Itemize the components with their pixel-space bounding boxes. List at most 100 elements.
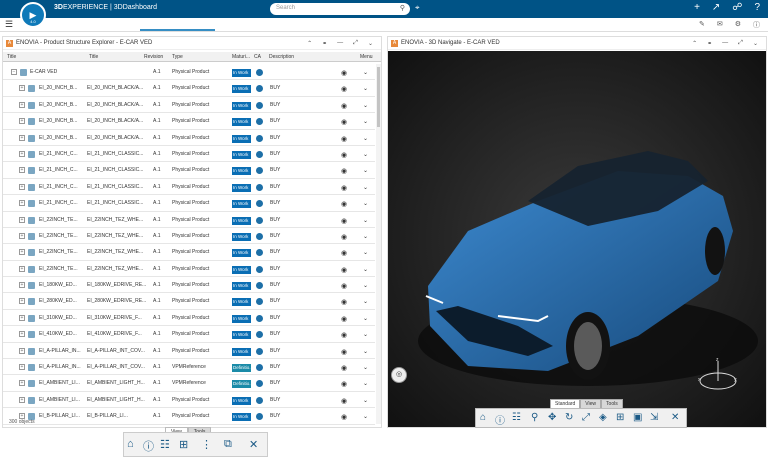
row-menu-icon[interactable]: ⌄ [363,85,368,92]
col-title[interactable]: Title [7,54,16,60]
col-menu[interactable]: Menu [360,54,373,60]
row-menu-icon[interactable]: ⌄ [363,118,368,125]
visibility-icon[interactable]: ◉ [341,331,347,339]
row-menu-icon[interactable]: ⌄ [363,249,368,256]
status-badge[interactable]: In Work [232,331,251,340]
expand-toggle[interactable]: + [19,150,25,157]
table-row-root[interactable]: − E-CAR VED A.1 Physical Product In Work… [3,64,375,81]
add-icon[interactable]: + [694,2,700,13]
table-row[interactable]: + EI_22INCH_TE... EI_22INCH_TEZ_WHE... A.1 P… [3,261,375,278]
visibility-icon[interactable]: ◉ [341,364,347,372]
table-row[interactable]: + EI_410KW_ED... EI_410KW_EDRIVE_F... A.1 Ph… [3,326,375,343]
info-icon[interactable]: ⓘ [495,412,505,427]
status-badge[interactable]: In Work [232,183,251,192]
table-row[interactable]: + EI_280KW_ED... EI_280KW_EDRIVE_RE... A.1 P… [3,293,375,310]
row-menu-icon[interactable]: ⌄ [363,282,368,289]
visibility-icon[interactable]: ◉ [341,413,347,421]
share-icon[interactable]: ↗ [712,2,720,13]
table-row[interactable]: + EI_21_INCH_C... EI_21_INCH_CLASSIC... A.1… [3,195,375,212]
communities-icon[interactable]: ☍ [732,2,742,13]
table-row[interactable]: + EI_A-PILLAR_IN... EI_A-PILLAR_INT_COV...… [3,359,375,376]
measure-icon[interactable]: ⊞ [616,412,624,423]
status-badge[interactable]: In Work [232,200,251,209]
visibility-icon[interactable]: ◉ [341,249,347,257]
table-row[interactable]: + EI_B-PILLAR_LI... EI_B-PILLAR_LI... A.1 Ph… [3,408,375,425]
expand-toggle[interactable]: + [19,232,25,239]
row-menu-icon[interactable]: ⌄ [363,413,368,420]
table-row[interactable]: + EI_20_INCH_B... EI_20_INCH_BLACK/A... A.1… [3,130,375,146]
render-icon[interactable]: ▣ [633,412,642,423]
collapse-icon[interactable]: ⌃ [307,40,312,47]
row-menu-icon[interactable]: ⌄ [363,184,368,191]
row-menu-icon[interactable]: ⌄ [363,348,368,355]
expand-toggle[interactable]: + [19,347,25,354]
expand-toggle[interactable]: + [19,282,25,289]
col-ca[interactable]: CA [254,54,261,60]
collapse-toggle[interactable]: − [11,69,17,75]
link-icon[interactable]: ⚭ [322,40,327,47]
minimize-icon[interactable]: — [337,40,343,47]
row-menu-icon[interactable]: ⌄ [363,266,368,273]
col-description[interactable]: Description [269,54,294,60]
visibility-icon[interactable]: ◉ [341,102,347,110]
rotate-icon[interactable]: ↻ [565,412,573,423]
status-badge[interactable]: In Work [232,249,251,258]
row-menu-icon[interactable]: ⌄ [363,397,368,404]
status-badge[interactable]: In Work [232,216,251,225]
expand-toggle[interactable]: + [19,364,25,371]
col-maturity[interactable]: Maturi... [232,54,250,60]
maximize-icon[interactable]: ⤢ [353,40,358,47]
explode-icon[interactable]: ⇲ [650,412,658,423]
expand-toggle[interactable]: + [19,380,25,387]
visibility-icon[interactable]: ◉ [341,233,347,241]
expand-toggle[interactable]: + [19,265,25,272]
visibility-icon[interactable]: ◉ [341,380,347,388]
table-row[interactable]: + EI_AMBIENT_LI... EI_AMBIENT_LIGHT_H... A.… [3,375,375,392]
expand-toggle[interactable]: + [19,200,25,207]
expand-toggle[interactable]: + [19,314,25,321]
table-row[interactable]: + EI_20_INCH_B... EI_20_INCH_BLACK/A... A.1… [3,97,375,114]
visibility-icon[interactable]: ◉ [341,200,347,208]
row-menu-icon[interactable]: ⌄ [363,135,368,142]
expand-toggle[interactable]: + [19,167,25,174]
expand-icon[interactable]: ⋮ [201,438,212,451]
table-row[interactable]: + EI_21_INCH_C... EI_21_INCH_CLASSIC... A.1… [3,179,375,196]
status-badge[interactable]: In Work [232,298,251,307]
row-menu-icon[interactable]: ⌄ [363,200,368,207]
table-row[interactable]: + EI_22INCH_TE... EI_22INCH_TEZ_WHE... A.1 P… [3,244,375,261]
maximize-icon[interactable]: ⤢ [738,40,743,47]
status-badge[interactable]: In Work [232,413,251,422]
visibility-icon[interactable]: ◉ [341,118,347,126]
col-type[interactable]: Type [172,54,183,60]
fit-all-icon[interactable]: ⤢ [582,412,590,423]
row-menu-icon[interactable]: ⌄ [363,315,368,322]
row-menu-icon[interactable]: ⌄ [363,331,368,338]
visibility-icon[interactable]: ◉ [341,315,347,323]
info-icon[interactable]: ⓘ [753,20,760,30]
orientation-compass[interactable]: z x y [698,355,738,395]
visibility-icon[interactable]: ◉ [341,298,347,306]
info-icon[interactable]: ⓘ [143,438,154,454]
status-badge[interactable]: In Work [232,118,251,127]
zoom-icon[interactable]: ⚲ [531,412,538,423]
status-badge[interactable]: In Work [232,314,251,323]
chevron-down-icon[interactable]: ⌄ [368,40,373,47]
expand-toggle[interactable]: + [19,118,25,125]
settings-icon[interactable]: ⚙ [735,20,741,30]
list-icon[interactable]: ☷ [512,412,521,423]
notification-icon[interactable]: ✉ [717,20,723,30]
expand-toggle[interactable]: + [19,101,25,108]
expand-toggle[interactable]: + [19,216,25,223]
status-badge[interactable]: Definitio... [232,380,253,389]
row-menu-icon[interactable]: ⌄ [363,233,368,240]
status-badge[interactable]: In Work [232,134,251,143]
row-menu-icon[interactable]: ⌄ [363,298,368,305]
table-row[interactable]: + EI_22INCH_TE... EI_22INCH_TEZ_WHE... A.1 P… [3,228,375,245]
minimize-icon[interactable]: — [722,40,728,47]
expand-toggle[interactable]: + [19,183,25,190]
close-icon[interactable]: ✕ [249,438,258,451]
expand-toggle[interactable]: + [19,85,25,92]
visibility-icon[interactable]: ◉ [341,282,347,290]
close-icon[interactable]: ✕ [671,412,679,423]
help-icon[interactable]: ? [754,2,760,13]
